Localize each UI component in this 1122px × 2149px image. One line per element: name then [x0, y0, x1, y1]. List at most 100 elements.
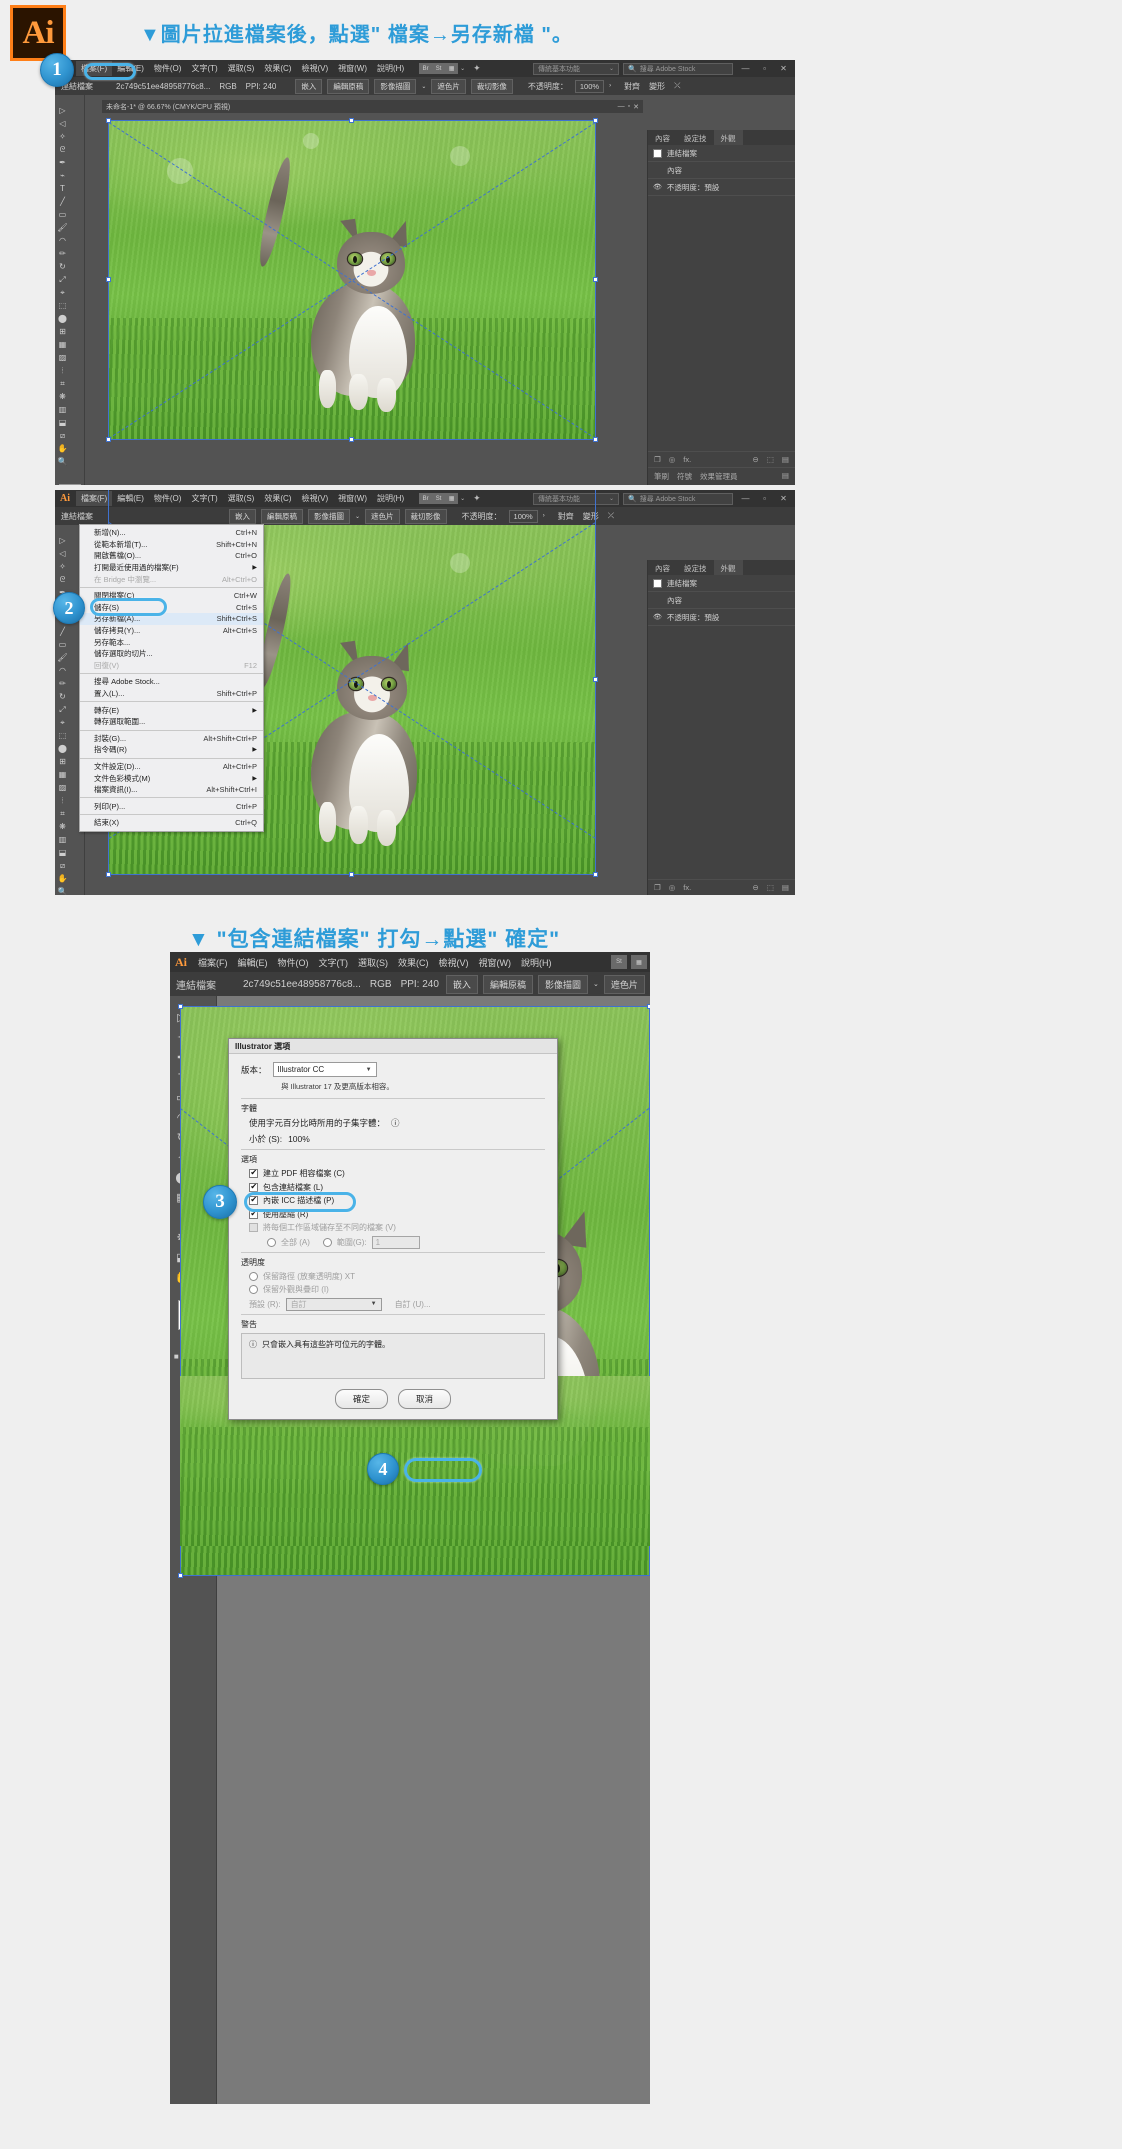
doc-close-button[interactable]: ✕: [633, 103, 639, 111]
menu-item-object[interactable]: 物件(O): [273, 954, 314, 971]
eyedropper-tool-icon[interactable]: ⦙: [55, 364, 70, 377]
extra-options-icon[interactable]: ⤫: [672, 81, 682, 91]
tab-effect-manager[interactable]: 效果管理員: [700, 471, 738, 482]
eye-icon[interactable]: 👁: [653, 613, 662, 621]
curvature-tool-icon[interactable]: ⌁: [55, 169, 70, 182]
crop-image-button[interactable]: 裁切影像: [470, 78, 513, 94]
menu-item-effect[interactable]: 效果(C): [393, 954, 434, 971]
add-effect-icon[interactable]: fx.: [683, 883, 691, 892]
scale-tool-icon[interactable]: ⤢: [55, 273, 70, 286]
line-tool-icon[interactable]: ╱: [55, 625, 70, 638]
pencil-tool-icon[interactable]: ✏: [55, 677, 70, 690]
symbol-sprayer-icon[interactable]: ❋: [55, 820, 70, 833]
menu-icon[interactable]: ▤: [782, 883, 789, 892]
lasso-tool-icon[interactable]: ᘓ: [55, 143, 70, 156]
shape-builder-icon[interactable]: ⬤: [55, 312, 70, 325]
add-effect-icon[interactable]: fx.: [683, 455, 691, 464]
direct-selection-tool-icon[interactable]: ◁: [55, 547, 70, 560]
stock-search-input[interactable]: 🔍 搜尋 Adobe Stock: [623, 62, 733, 75]
align-button[interactable]: 對齊: [622, 81, 642, 92]
file-menu-item-23[interactable]: 文件設定(D)... Alt+Ctrl+P: [80, 761, 263, 773]
mesh-tool-icon[interactable]: ▦: [55, 768, 70, 781]
embed-button[interactable]: 嵌入: [295, 78, 323, 94]
minimize-button[interactable]: —: [737, 493, 754, 505]
file-menu-item-0[interactable]: 新增(N)... Ctrl+N: [80, 527, 263, 539]
stock-search-input[interactable]: 🔍 搜尋 Adobe Stock: [623, 492, 733, 505]
align-button[interactable]: 對齊: [556, 511, 576, 522]
file-menu-item-25[interactable]: 檔案資訊(I)... Alt+Shift+Ctrl+I: [80, 784, 263, 796]
mask-button[interactable]: 遮色片: [365, 508, 400, 524]
file-menu-item-17[interactable]: 轉存(E) ▶: [80, 704, 263, 716]
chevron-down-icon[interactable]: ⌄: [458, 495, 465, 502]
artboard-tool-icon[interactable]: ⬓: [55, 416, 70, 429]
subset-value[interactable]: 100%: [288, 1134, 310, 1144]
line-tool-icon[interactable]: ╱: [55, 195, 70, 208]
appearance-row-content[interactable]: 內容: [648, 592, 795, 609]
panel-menu-icon[interactable]: ▤: [782, 471, 789, 482]
slice-tool-icon[interactable]: ⧄: [55, 429, 70, 442]
paintbrush-tool-icon[interactable]: 🖌: [55, 651, 70, 664]
file-menu-item-27[interactable]: 列印(P)... Ctrl+P: [80, 800, 263, 812]
opacity-input[interactable]: 100%: [508, 509, 538, 523]
menu-item-type[interactable]: 文字(T): [186, 61, 222, 76]
new-art-icon[interactable]: ❐: [654, 455, 661, 464]
brush-icon[interactable]: ✦: [465, 63, 481, 74]
menu-item-window[interactable]: 視窗(W): [474, 954, 517, 971]
magic-wand-tool-icon[interactable]: ✧: [55, 560, 70, 573]
doc-maximize-button[interactable]: ▫: [628, 103, 630, 111]
menu-item-file[interactable]: 檔案(F): [76, 491, 113, 506]
menu-item-select[interactable]: 選取(S): [223, 491, 260, 506]
menu-item-help[interactable]: 說明(H): [372, 491, 409, 506]
shape-builder-icon[interactable]: ⬤: [55, 742, 70, 755]
maximize-button[interactable]: ▫: [756, 63, 773, 75]
menu-item-select[interactable]: 選取(S): [223, 61, 260, 76]
opacity-chevron-icon[interactable]: ›: [609, 83, 611, 89]
checkbox-pdf-compatible[interactable]: 建立 PDF 相容檔案 (C): [249, 1168, 545, 1179]
file-menu-item-3[interactable]: 打開最近使用過的檔案(F) ▶: [80, 562, 263, 574]
chevron-down-icon[interactable]: ⌄: [458, 65, 465, 72]
menu-item-view[interactable]: 檢視(V): [434, 954, 474, 971]
radio-preserve-appearance[interactable]: 保留外觀與疊印 (I): [249, 1284, 545, 1295]
checkbox-include-linked-files[interactable]: 包含連結檔案 (L): [249, 1182, 545, 1193]
file-dropdown-menu[interactable]: 新增(N)... Ctrl+N 從範本新增(T)... Shift+Ctrl+N 開啟舊…: [79, 524, 264, 832]
image-trace-button[interactable]: 影像描圖: [537, 974, 588, 994]
doc-minimize-button[interactable]: —: [618, 103, 625, 111]
chevron-down-icon[interactable]: ⌄: [355, 513, 360, 520]
tab-graphic-styles[interactable]: 設定技: [677, 560, 714, 575]
free-transform-icon[interactable]: ⬚: [55, 299, 70, 312]
stock-icon[interactable]: St: [432, 493, 446, 504]
selection-tool-icon[interactable]: ▷: [55, 104, 70, 117]
file-menu-item-21[interactable]: 指令碼(R) ▶: [80, 744, 263, 756]
transform-button[interactable]: 變形: [647, 81, 667, 92]
rotate-tool-icon[interactable]: ↻: [55, 690, 70, 703]
menu-item-object[interactable]: 物件(O): [149, 491, 187, 506]
gradient-tool-icon[interactable]: ▨: [55, 781, 70, 794]
transform-button[interactable]: 變形: [581, 511, 601, 522]
width-tool-icon[interactable]: ⌖: [55, 716, 70, 729]
zoom-tool-icon[interactable]: 🔍: [55, 455, 70, 468]
paintbrush-tool-icon[interactable]: 🖌: [55, 221, 70, 234]
rectangle-tool-icon[interactable]: ▭: [55, 208, 70, 221]
brush-icon[interactable]: ✦: [465, 493, 481, 504]
duplicate-icon[interactable]: ⊖: [753, 883, 759, 892]
image-trace-button[interactable]: 影像描圖: [308, 508, 350, 524]
custom-button[interactable]: 自訂 (U)...: [395, 1299, 431, 1310]
stock-icon[interactable]: St: [432, 63, 446, 74]
tab-graphic-styles[interactable]: 設定技: [677, 130, 714, 145]
artboard-tool-icon[interactable]: ⬓: [55, 846, 70, 859]
file-menu-item-10[interactable]: 另存範本...: [80, 636, 263, 648]
appearance-row-opacity[interactable]: 👁 不透明度：預設: [648, 609, 795, 626]
menu-item-effect[interactable]: 效果(C): [259, 61, 296, 76]
file-menu-item-2[interactable]: 開啟舊檔(O)... Ctrl+O: [80, 550, 263, 562]
delete-icon[interactable]: ⬚: [767, 455, 774, 464]
eyedropper-tool-icon[interactable]: ⦙: [55, 794, 70, 807]
tab-content[interactable]: 內容: [648, 560, 677, 575]
perspective-grid-icon[interactable]: ⊞: [55, 325, 70, 338]
arrange-documents-icon[interactable]: ▦: [445, 493, 459, 504]
appearance-row-content[interactable]: 內容: [648, 162, 795, 179]
hand-tool-icon[interactable]: ✋: [55, 872, 70, 885]
zoom-tool-icon[interactable]: 🔍: [55, 885, 70, 895]
width-tool-icon[interactable]: ⌖: [55, 286, 70, 299]
gradient-tool-icon[interactable]: ▨: [55, 351, 70, 364]
tab-brushes[interactable]: 筆刷: [654, 471, 669, 482]
